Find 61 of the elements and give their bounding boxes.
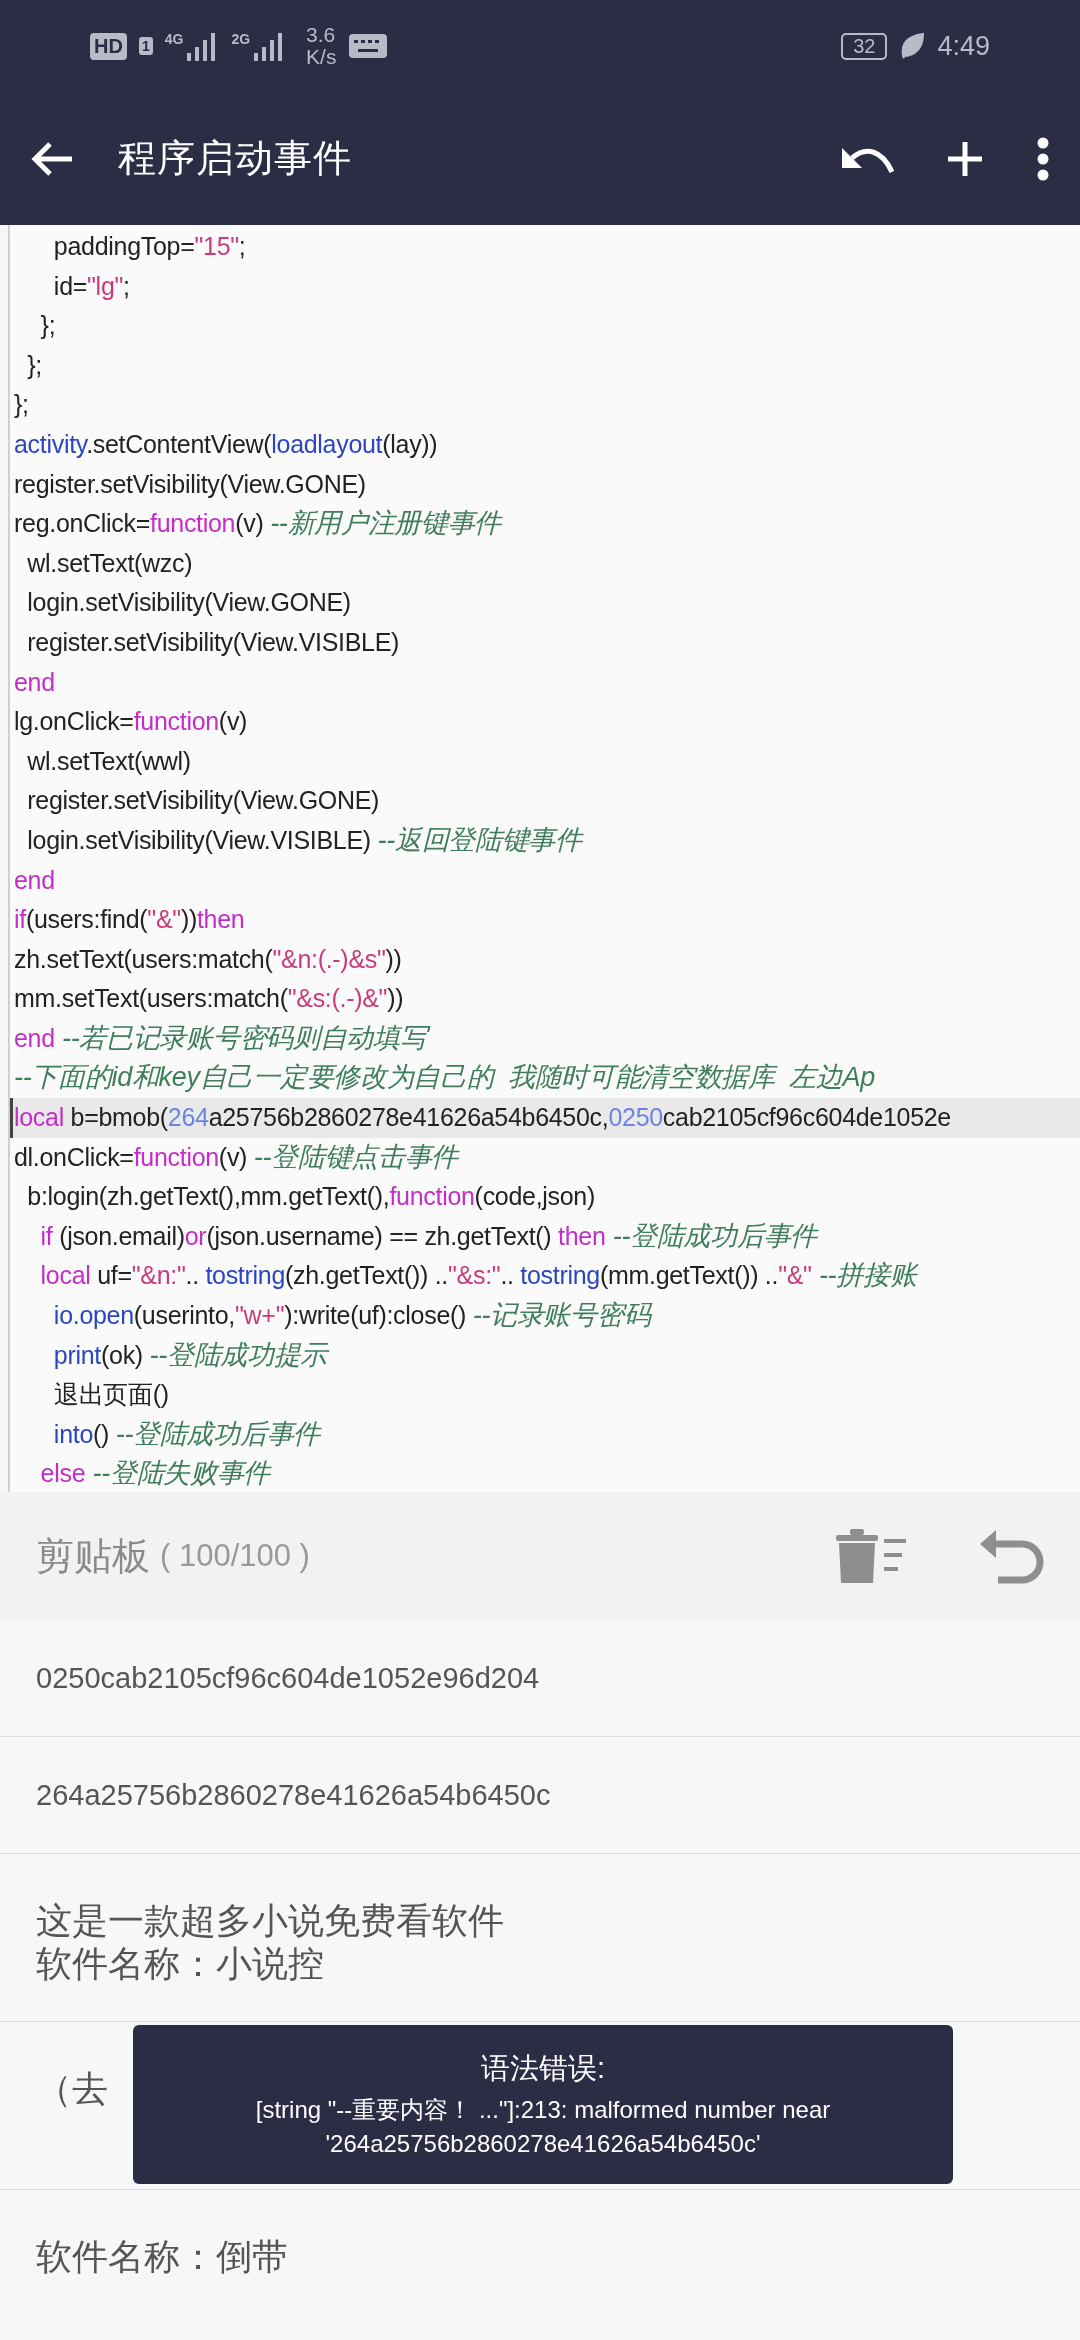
clip-text: 264a25756b2860278e41626a54b6450c <box>36 1777 551 1813</box>
speed-unit: K/s <box>306 46 337 69</box>
clipboard-item[interactable]: 软件名称：倒带 <box>0 2190 1080 2340</box>
page-title: 程序启动事件 <box>118 136 353 181</box>
code-line: }; <box>26 349 43 381</box>
code-line: dl.onClick=function(v) --登陆键点击事件 <box>13 1140 461 1174</box>
code-line: into() --登陆成功后事件 <box>52 1417 323 1451</box>
clear-list-icon[interactable] <box>834 1527 908 1585</box>
clipboard-item[interactable]: 264a25756b2860278e41626a54b6450c <box>0 1737 1080 1854</box>
clipboard-count: ( 100/100 ) <box>160 1538 310 1574</box>
code-line: mm.setText(users:match("&s:(.-)&")) <box>13 983 405 1015</box>
toast-title: 语法错误: <box>479 2051 607 2086</box>
code-line: if(users:find("&"))then <box>13 904 246 936</box>
code-line: wl.setText(wzc) <box>26 547 194 579</box>
code-line: login.setVisibility(View.VISIBLE) --返回登陆键事件 <box>26 823 585 857</box>
add-icon[interactable] <box>946 139 984 178</box>
code-line: }; <box>13 389 30 421</box>
clipboard-item[interactable]: 0250cab2105cf96c604de1052e96d204 <box>0 1620 1080 1737</box>
code-line: register.setVisibility(View.GONE) <box>13 468 367 500</box>
code-line: id="lg"; <box>52 270 131 302</box>
error-message: '264a25756b2860278e41626a54b6450c' <box>324 2128 762 2159</box>
code-line: print(ok) --登陆成功提示 <box>52 1338 330 1372</box>
code-line: login.setVisibility(View.GONE) <box>26 587 352 619</box>
code-editor[interactable] <box>8 225 1080 1492</box>
clip-text: 软件名称：小说控 <box>36 1942 324 1986</box>
code-line: reg.onClick=function(v) --新用户注册键事件 <box>13 507 504 541</box>
clip-text: 0250cab2105cf96c604de1052e96d204 <box>36 1660 540 1696</box>
clipboard-title: 剪贴板 <box>36 1533 150 1579</box>
clock: 4:49 <box>937 30 990 62</box>
hd-label: HD <box>90 32 127 60</box>
more-icon[interactable] <box>1036 136 1050 181</box>
battery-level: 32 <box>841 32 888 60</box>
code-line: end <box>13 864 56 896</box>
code-line: else --登陆失败事件 <box>39 1457 273 1491</box>
clipboard-item[interactable]: 这是一款超多小说免费看软件 软件名称：小说控 <box>0 1854 1080 2022</box>
network-label: 2G <box>231 31 251 47</box>
code-line: register.setVisibility(View.GONE) <box>26 785 381 817</box>
code-line: local uf="&n:".. tostring(zh.getText()) .."&s:".. tostring(mm.getText()) .."&" --拼接账 <box>39 1259 919 1293</box>
leaf-icon <box>899 32 926 60</box>
code-line: zh.setText(users:match("&n:(.-)&s")) <box>13 943 403 975</box>
speed-value: 3.6 <box>306 23 337 46</box>
clip-text: （去 <box>36 2067 108 2111</box>
code-line: wl.setText(wwl) <box>26 745 192 777</box>
code-line: activity.setContentView(loadlayout(lay)) <box>13 428 439 460</box>
code-line: 退出页面() <box>52 1379 170 1411</box>
code-line: paddingTop="15"; <box>52 231 247 262</box>
code-line: --下面的id和key自己一定要修改为自己的 我随时可能清空数据库 左边Ap <box>13 1061 877 1095</box>
code-line: register.setVisibility(View.VISIBLE) <box>26 626 401 658</box>
code-line: if (json.email)or(json.username) == zh.getText() then --登陆成功后事件 <box>39 1219 820 1253</box>
keyboard-icon <box>348 32 389 60</box>
clip-text: 这是一款超多小说免费看软件 <box>36 1899 504 1943</box>
code-line: b:login(zh.getText(),mm.getText(),function(code,json) <box>26 1181 596 1213</box>
code-line: end --若已记录账号密码则自动填写 <box>10 1018 1080 1059</box>
error-message: [string "--重要内容！ ..."]:213: malformed number near <box>254 2095 832 2125</box>
code-line: end <box>13 666 56 698</box>
clip-text: 软件名称：倒带 <box>36 2235 288 2279</box>
code-line: io.open(userinto,"w+"):write(uf):close() --记录账号密码 <box>52 1299 654 1333</box>
code-line: }; <box>39 310 57 342</box>
sim-label: 1 <box>138 37 153 55</box>
network-label: 4G <box>164 31 184 47</box>
code-line: lg.onClick=function(v) <box>13 706 249 738</box>
